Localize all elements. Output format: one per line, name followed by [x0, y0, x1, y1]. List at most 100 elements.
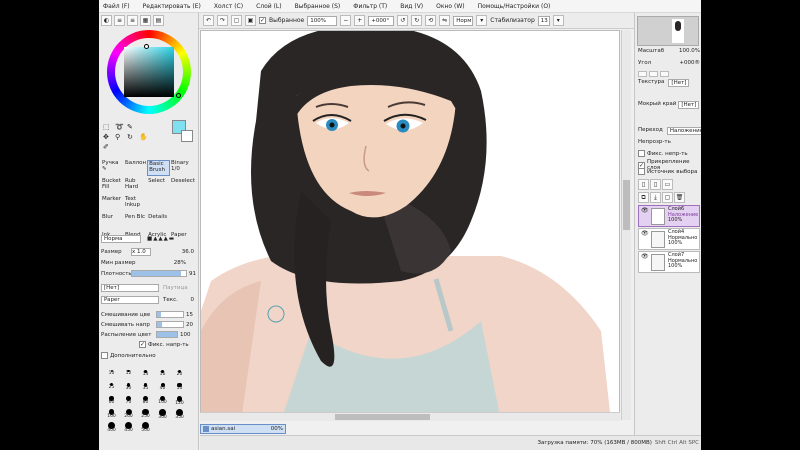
brush-size-preset[interactable]: 400 — [103, 422, 120, 434]
layer-item[interactable]: 👁 Слой7 Нормально 100% — [638, 251, 700, 273]
stabilizer-field[interactable]: 13 — [537, 15, 550, 26]
navigator-preview[interactable] — [637, 16, 699, 46]
nav-zoom-in[interactable] — [649, 71, 658, 77]
move-tool-icon[interactable]: ✥ — [103, 133, 115, 141]
tool-binary[interactable]: Binary 1/0 — [170, 160, 196, 176]
brush-size-preset[interactable]: 120 — [171, 396, 188, 408]
canvas-vertical-scrollbar[interactable] — [621, 30, 631, 420]
menu-help[interactable]: Помощь/Настройки (O) — [478, 3, 551, 10]
zoom-in-button[interactable]: + — [354, 15, 366, 26]
saturation-value-square[interactable] — [124, 47, 174, 97]
delete-layer-button[interactable]: 🗑 — [674, 192, 685, 203]
merge-down-button[interactable]: ⤓ — [650, 192, 661, 203]
new-folder-button[interactable]: ▭ — [662, 179, 673, 190]
color-wheel-toggle[interactable]: ◐ — [101, 15, 112, 26]
brush-size-preset[interactable]: 16 — [154, 370, 171, 382]
texture-strength-value[interactable]: 0 — [191, 297, 195, 303]
min-size-value[interactable]: 28% — [174, 260, 186, 266]
layer-texture-value[interactable]: [Нет] — [668, 79, 690, 87]
zoom-out-button[interactable]: − — [340, 15, 352, 26]
zoom-value[interactable]: 100.0% — [679, 48, 700, 54]
menu-canvas[interactable]: Холст (C) — [214, 3, 243, 10]
tool-bucket[interactable]: Bucket Fill — [101, 178, 124, 194]
brush-size-preset[interactable]: 25 — [103, 383, 120, 395]
layer-item[interactable]: 👁 Слой4 Нормально 100% — [638, 228, 700, 250]
swatches-toggle[interactable]: ▦ — [140, 15, 151, 26]
menu-layer[interactable]: Слой (L) — [256, 3, 282, 10]
rotate-icon[interactable]: ↻ — [127, 133, 139, 141]
hand-icon[interactable]: ✋ — [139, 133, 151, 141]
brush-size-preset[interactable]: 300 — [154, 409, 171, 421]
brush-size-preset[interactable]: 20 — [171, 370, 188, 382]
selection-checkbox[interactable]: ✓ — [259, 17, 266, 24]
paper-select[interactable]: Paper — [101, 295, 159, 304]
rotate-left-button[interactable]: ↺ — [397, 15, 409, 26]
nav-reset[interactable] — [660, 71, 669, 77]
menu-selection[interactable]: Выбранное (S) — [295, 3, 341, 10]
menu-window[interactable]: Окно (W) — [436, 3, 464, 10]
horizontal-scroll-thumb[interactable] — [335, 414, 430, 420]
scratchpad-toggle[interactable]: ▤ — [153, 15, 164, 26]
brush-size-preset[interactable]: 14 — [137, 370, 154, 382]
tool-airbrush[interactable]: Баллон — [124, 160, 147, 176]
vertical-scroll-thumb[interactable] — [623, 180, 630, 230]
color-wheel[interactable] — [107, 30, 191, 114]
tool-pen[interactable]: Ручка ✎ — [101, 160, 124, 176]
select-rect-icon[interactable]: ⬚ — [103, 123, 115, 131]
size-value[interactable]: 36.0 — [182, 249, 194, 255]
brush-size-preset[interactable]: 500 — [137, 422, 154, 434]
eye-icon[interactable]: 👁 — [641, 254, 649, 260]
brush-size-preset[interactable]: 10 — [103, 370, 120, 382]
brush-size-preset[interactable]: 12 — [120, 370, 137, 382]
angle-field[interactable]: +000° — [368, 15, 395, 26]
reset-rotation-button[interactable]: ⟲ — [425, 15, 437, 26]
secondary-color-swatch[interactable] — [181, 130, 193, 142]
brush-size-preset[interactable]: 350 — [171, 409, 188, 421]
angle-value[interactable]: +000® — [679, 60, 700, 66]
menu-view[interactable]: Вид (V) — [400, 3, 423, 10]
undo-button[interactable]: ↶ — [203, 15, 214, 26]
texture-secondary[interactable]: Паутица — [163, 285, 188, 291]
tool-deselect[interactable]: Deselect — [170, 178, 196, 194]
deselect-button[interactable]: ▢ — [231, 15, 242, 26]
new-linework-button[interactable]: ▯ — [650, 179, 661, 190]
tool-details[interactable]: Details — [147, 214, 170, 230]
eye-icon[interactable]: 👁 — [641, 231, 649, 237]
nav-zoom-out[interactable] — [638, 71, 647, 77]
rgb-slider-toggle[interactable]: ≡ — [114, 15, 125, 26]
blend-mode-select[interactable]: Норма — [101, 234, 141, 243]
stabilizer-dropdown[interactable]: ▾ — [552, 15, 564, 26]
new-layer-button[interactable]: ▯ — [638, 179, 649, 190]
layer-item[interactable]: 👁 Слой6 Наложение 100% — [638, 205, 700, 227]
eyedropper-icon[interactable]: ✐ — [103, 143, 115, 151]
eye-icon[interactable]: 👁 — [641, 208, 649, 214]
keep-opacity-checkbox[interactable]: ✓ — [139, 341, 146, 348]
density-slider[interactable] — [131, 270, 187, 277]
brush-size-preset[interactable]: 80 — [137, 396, 154, 408]
brush-size-preset[interactable]: 50 — [171, 383, 188, 395]
brush-size-preset[interactable]: 250 — [137, 409, 154, 421]
texture-select[interactable]: [Нет] — [101, 283, 159, 292]
blend-toggle-button[interactable]: ▾ — [476, 15, 488, 26]
brush-size-preset[interactable]: 450 — [120, 422, 137, 434]
zoom-icon[interactable]: ⚲ — [115, 133, 127, 141]
brush-size-preset[interactable]: 35 — [137, 383, 154, 395]
move-icon[interactable] — [139, 123, 151, 131]
canvas-horizontal-scrollbar[interactable] — [200, 412, 620, 421]
tool-text-inkup[interactable]: Text Inkup — [124, 196, 147, 212]
opt-keep-opacity-checkbox[interactable] — [638, 150, 645, 157]
brush-size-preset[interactable]: 60 — [103, 396, 120, 408]
zoom-field[interactable]: 100% — [307, 15, 338, 26]
document-tab[interactable]: asian.sai 00% — [200, 424, 286, 434]
menu-edit[interactable]: Редактировать (E) — [143, 3, 201, 10]
lasso-icon[interactable]: ➰ — [115, 123, 127, 131]
menu-filter[interactable]: Фильтр (T) — [353, 3, 387, 10]
brush-size-preset[interactable]: 70 — [120, 396, 137, 408]
persistence-slider[interactable] — [156, 331, 178, 338]
blend-mode-field[interactable]: Норм — [453, 15, 474, 26]
flip-button[interactable]: ⇋ — [439, 15, 451, 26]
tool-pen-blc[interactable]: Pen Blc — [124, 214, 147, 230]
tool-rub-hard[interactable]: Rub Hard — [124, 178, 147, 194]
invert-button[interactable]: ▣ — [245, 15, 256, 26]
redo-button[interactable]: ↷ — [217, 15, 228, 26]
